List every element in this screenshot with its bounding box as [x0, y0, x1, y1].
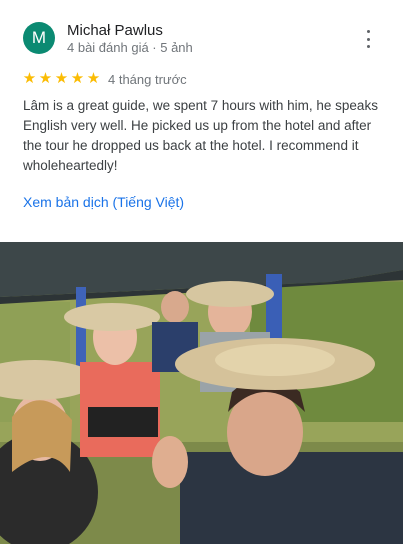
- more-options-button[interactable]: [361, 30, 375, 48]
- reviewer-stats: 4 bài đánh giá · 5 ảnh: [67, 40, 193, 55]
- star-rating: ★ ★ ★ ★ ★: [22, 71, 101, 87]
- star-icon: ★: [70, 70, 85, 87]
- review-photo[interactable]: [0, 242, 403, 544]
- review-text: Lâm is a great guide, we spent 7 hours w…: [23, 98, 378, 173]
- group-selfie-boat-photo: [0, 242, 403, 544]
- star-icon: ★: [54, 70, 69, 87]
- translate-link[interactable]: Xem bản dịch (Tiếng Việt): [23, 194, 184, 210]
- more-vert-icon: [366, 30, 370, 33]
- star-icon: ★: [86, 70, 101, 87]
- star-icon: ★: [22, 70, 37, 87]
- reviewer-avatar[interactable]: M: [23, 22, 55, 54]
- reviewer-name[interactable]: Michał Pawlus: [67, 22, 163, 39]
- review-header: M Michał Pawlus 4 bài đánh giá · 5 ảnh: [0, 0, 403, 60]
- review-time: 4 tháng trước: [108, 72, 187, 87]
- star-icon: ★: [38, 70, 53, 87]
